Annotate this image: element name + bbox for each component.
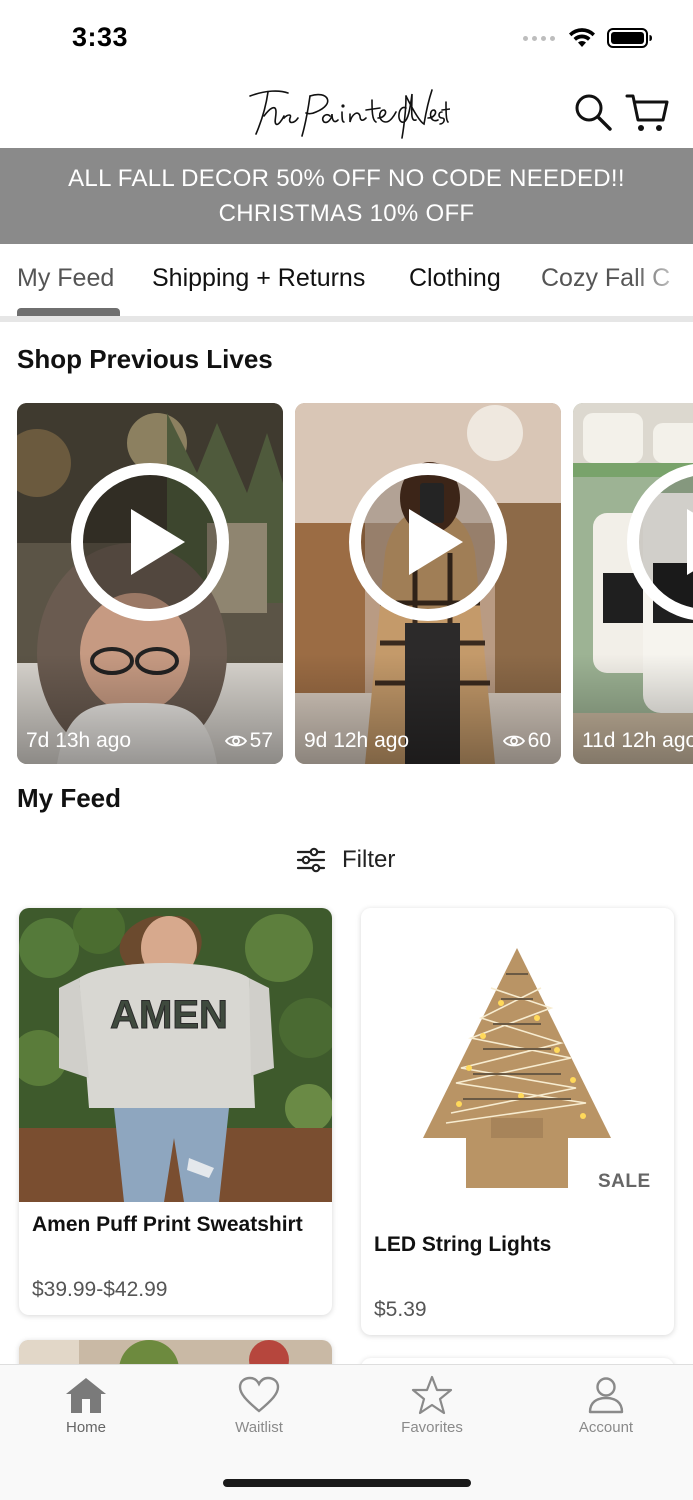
wifi-icon <box>569 28 595 47</box>
nav-favorites[interactable]: Favorites <box>372 1375 492 1436</box>
product-card[interactable]: AMEN Amen Puff Print Sweatshirt $39.99-$… <box>19 908 332 1315</box>
filter-label: Filter <box>342 846 396 873</box>
video-age: 9d 12h ago <box>304 729 410 752</box>
play-icon[interactable] <box>347 461 509 623</box>
search-icon[interactable] <box>573 92 613 132</box>
previous-lives-carousel[interactable]: 7d 13h ago 57 9d 12h ago 60 11d 12h ago <box>0 403 693 764</box>
nav-label: Account <box>578 1419 634 1436</box>
sweatshirt-print: AMEN <box>110 993 228 1037</box>
video-age: 11d 12h ago <box>582 729 693 752</box>
signal-icon <box>523 35 555 41</box>
nav-label: Waitlist <box>235 1419 283 1436</box>
heart-icon <box>238 1376 280 1413</box>
video-views: 57 <box>224 729 273 753</box>
home-indicator <box>223 1479 471 1487</box>
nav-label: Favorites <box>401 1419 463 1436</box>
sale-badge: SALE <box>598 1171 651 1192</box>
app-header <box>0 80 693 148</box>
nav-home[interactable]: Home <box>26 1375 146 1436</box>
video-age: 7d 13h ago <box>26 729 132 752</box>
nav-account[interactable]: Account <box>546 1375 666 1436</box>
eye-icon <box>502 735 525 747</box>
product-card[interactable]: SALE LED String Lights $5.39 <box>361 908 674 1335</box>
play-icon[interactable] <box>69 461 231 623</box>
product-image <box>361 908 674 1202</box>
status-time: 3:33 <box>72 22 129 52</box>
eye-icon <box>224 735 247 747</box>
cart-icon[interactable] <box>625 90 669 134</box>
brand-logo[interactable] <box>246 82 450 142</box>
tab-clothing[interactable]: Clothing <box>409 264 501 293</box>
star-icon <box>411 1375 453 1415</box>
home-icon <box>66 1378 106 1413</box>
live-video-card[interactable]: 11d 12h ago <box>573 403 693 764</box>
status-icons <box>523 26 653 50</box>
previous-lives-title: Shop Previous Lives <box>17 344 273 374</box>
tabs-fade <box>633 244 693 320</box>
live-video-card[interactable]: 7d 13h ago 57 <box>17 403 283 764</box>
feed-title: My Feed <box>17 783 122 813</box>
tabs-divider <box>0 316 693 322</box>
promo-line-2: CHRISTMAS 10% OFF <box>218 200 475 227</box>
active-tab-indicator <box>17 308 120 316</box>
product-name: Amen Puff Print Sweatshirt <box>32 1213 303 1236</box>
video-views: 60 <box>502 729 551 753</box>
filter-icon <box>296 847 326 873</box>
tab-shipping-returns[interactable]: Shipping + Returns <box>152 264 365 293</box>
promo-banner[interactable]: ALL FALL DECOR 50% OFF NO CODE NEEDED!! … <box>0 148 693 244</box>
live-video-card[interactable]: 9d 12h ago 60 <box>295 403 561 764</box>
promo-line-1: ALL FALL DECOR 50% OFF NO CODE NEEDED!! <box>68 165 625 192</box>
filter-button[interactable]: Filter <box>296 846 395 874</box>
product-price: $5.39 <box>374 1298 427 1321</box>
account-icon <box>588 1377 624 1414</box>
video-views-count: 57 <box>249 729 273 752</box>
battery-icon <box>607 28 652 48</box>
nav-label: Home <box>65 1419 106 1436</box>
status-bar: 3:33 <box>0 0 693 80</box>
nav-waitlist[interactable]: Waitlist <box>199 1375 319 1436</box>
product-image: AMEN <box>19 908 332 1202</box>
product-price: $39.99-$42.99 <box>32 1278 168 1301</box>
video-views-count: 60 <box>527 729 551 752</box>
tab-my-feed[interactable]: My Feed <box>17 264 114 293</box>
product-name: LED String Lights <box>374 1233 552 1256</box>
